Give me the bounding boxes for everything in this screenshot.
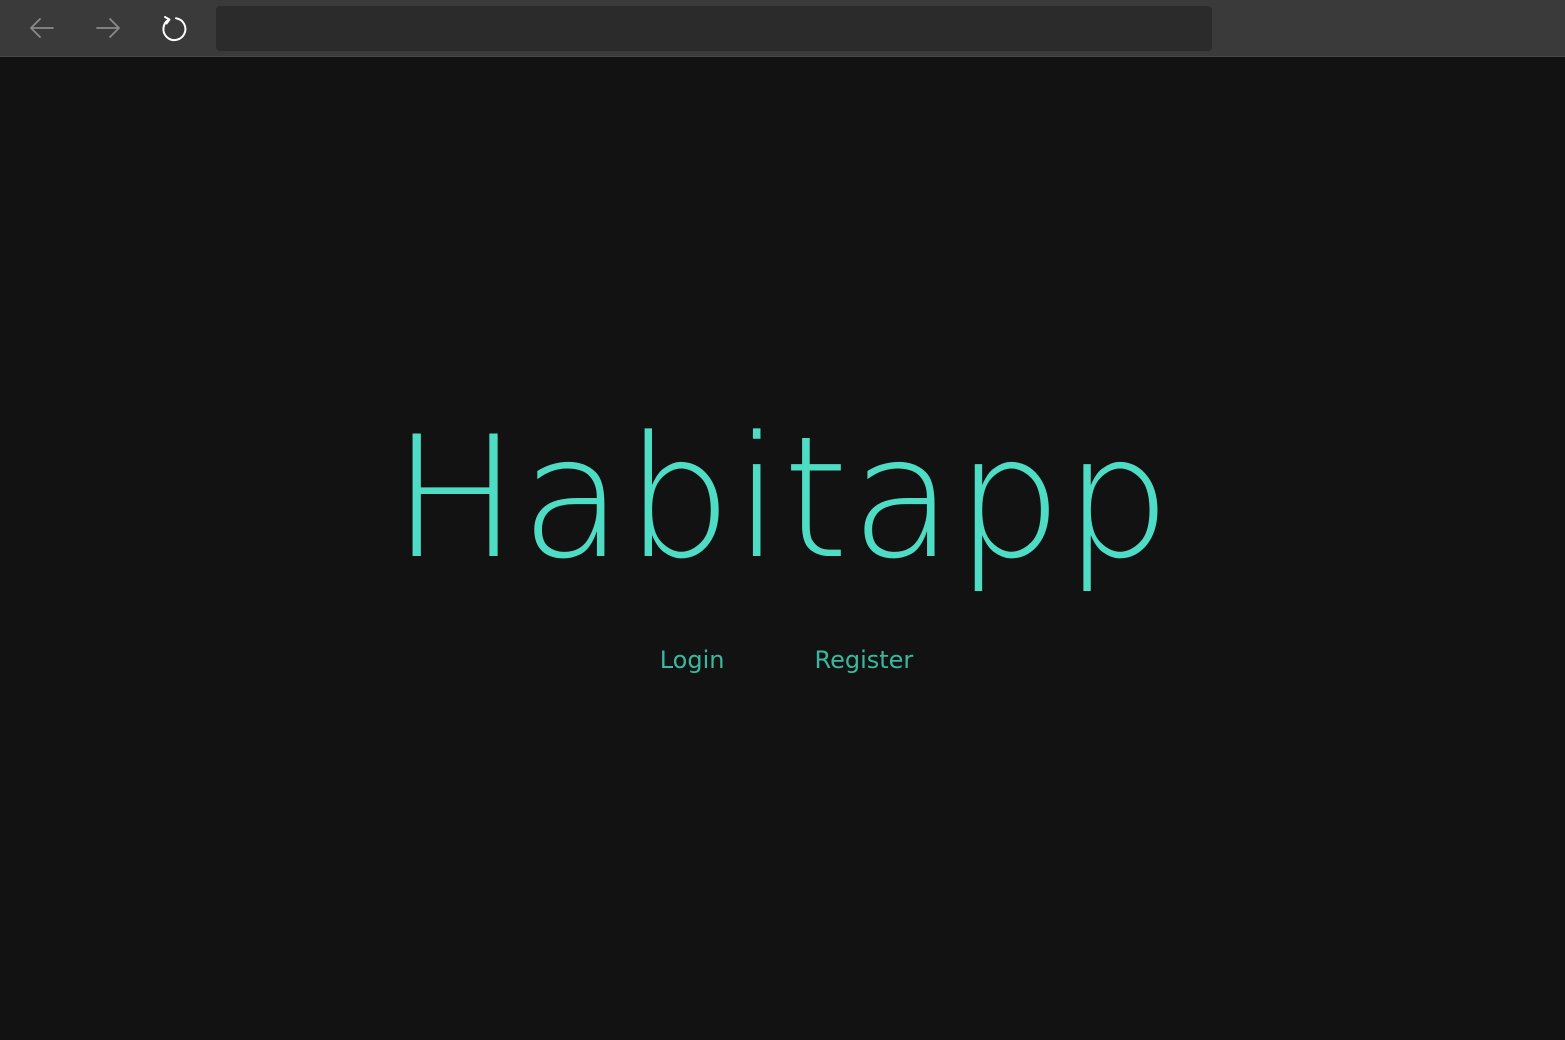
reload-icon [159,13,189,43]
back-button[interactable] [24,10,60,46]
arrow-left-icon [28,14,56,42]
forward-button[interactable] [90,10,126,46]
app-title: Habitapp [392,400,1173,596]
register-link[interactable]: Register [806,646,913,674]
auth-links: Login Register [0,646,1565,674]
address-bar[interactable] [216,6,1212,51]
browser-toolbar [0,0,1565,57]
page-content: Habitapp Login Register [0,58,1565,1040]
login-link[interactable]: Login [652,646,725,674]
reload-button[interactable] [156,10,192,46]
arrow-right-icon [94,14,122,42]
